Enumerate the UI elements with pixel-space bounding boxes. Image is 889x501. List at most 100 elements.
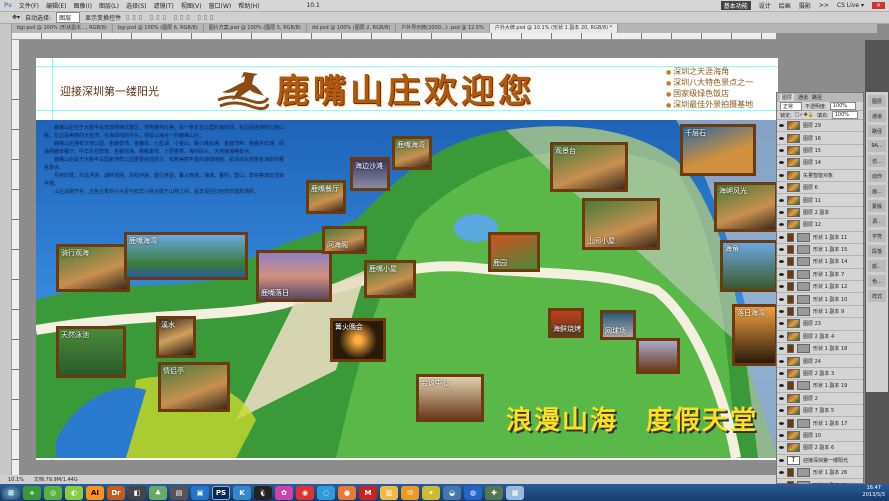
taskbar-app-icon[interactable]: ▣ [191,485,209,500]
layer-row[interactable]: 形状 1 副本 26 [777,467,863,480]
layer-row[interactable]: 图层 12 [777,219,863,232]
menu-help[interactable]: 帮助(H) [238,1,259,10]
layer-row[interactable]: 形状 1 副本 12 [777,281,863,294]
visibility-eye-icon[interactable] [779,446,784,450]
fill-input[interactable]: 100% [831,111,859,119]
start-button[interactable]: ⊞ [2,485,20,500]
layer-row[interactable]: 矢量智能对象 [777,170,863,182]
qq-icon[interactable]: 🐧 [254,485,272,500]
menu-image[interactable]: 图像(I) [74,1,92,10]
menu-layer[interactable]: 图层(L) [99,1,119,10]
layer-row[interactable]: 形状 1 副本 19 [777,380,863,393]
dock-panel-button[interactable]: 样式 [868,290,886,302]
layer-row[interactable]: 形状 1 副本 14 [777,256,863,269]
system-clock[interactable]: 16:47 2013/5/3 [863,485,885,499]
taskbar-app-icon[interactable]: ✉ [401,485,419,500]
layer-row[interactable]: 形状 1 副本 15 [777,244,863,257]
visibility-eye-icon[interactable] [779,347,784,351]
layer-list[interactable]: 图层 29 图层 16 图层 15 图层 14 矢量智能对象 图层 6 图层 11 图层 2 … [777,120,863,492]
visibility-eye-icon[interactable] [779,173,784,177]
taskbar-app-icon[interactable]: M [359,485,377,500]
taskbar-app-icon[interactable]: K [233,485,251,500]
auto-select-dropdown[interactable]: 图层 [56,12,81,23]
opacity-input[interactable]: 100% [829,102,856,110]
visibility-eye-icon[interactable] [779,260,784,264]
menu-edit[interactable]: 编辑(E) [46,1,66,10]
photoshop-icon[interactable]: PS [212,485,230,500]
firefox-icon[interactable]: ● [338,485,356,500]
layer-row[interactable]: 形状 1 副本 17 [777,417,863,430]
zoom-select[interactable]: 10.1 [306,2,319,9]
taskbar-app-icon[interactable]: ◧ [128,485,146,500]
layer-row[interactable]: 形状 1 副本 7 [777,269,863,282]
visibility-eye-icon[interactable] [779,210,784,214]
window-controls[interactable]: × [871,2,885,9]
visibility-eye-icon[interactable] [779,248,784,252]
lock-icons[interactable]: □✓✥🔒 [795,112,814,118]
taskbar-app-icon[interactable]: + [23,485,41,500]
dock-panel-button[interactable]: 段落 [868,245,886,257]
dock-panel-button[interactable]: 路径 [868,125,886,137]
layer-row[interactable]: 形状 1 副本 18 [777,343,863,356]
menu-filter[interactable]: 滤镜(T) [153,1,173,10]
dock-panel-button[interactable]: 字符 [868,230,886,242]
layer-row[interactable]: 图层 7 副本 5 [777,405,863,418]
cs-live-button[interactable]: CS Live ▾ [837,2,864,9]
tab-layers[interactable]: 图层 [780,94,795,101]
align-icons[interactable]: ▯▯▯ ▯▯▯ ▯▯▯ ▯▯▯ [126,14,216,21]
dock-panel-button[interactable]: 蒙版 [868,200,886,212]
layer-row[interactable]: 形状 1 副本 9 [777,306,863,319]
zoom-level[interactable]: 10.1% [8,477,24,483]
layer-row[interactable]: 图层 2 副本 4 [777,331,863,344]
taskbar-app-icon[interactable]: ▤ [170,485,188,500]
layer-row[interactable]: 图层 11 [777,194,863,207]
menu-view[interactable]: 视图(V) [181,1,202,10]
doc-tab[interactable]: dd.psd @ 100% (图层 2, RGB/8) [307,24,397,33]
layer-row[interactable]: 图层 23 [777,318,863,331]
tab-paths[interactable]: 路径 [812,94,822,101]
visibility-eye-icon[interactable] [779,310,784,314]
workspace-painting[interactable]: 绘画 [779,1,791,10]
layer-row[interactable]: 图层 6 [777,182,863,195]
menu-window[interactable]: 窗口(W) [209,1,232,10]
sticky-notes-icon[interactable]: ▥ [380,485,398,500]
dock-panel-button[interactable]: 色... [868,275,886,287]
layer-row[interactable]: 形状 1 副本 10 [777,293,863,306]
layer-row[interactable]: 图层 2 [777,393,863,405]
menu-select[interactable]: 选择(S) [126,1,147,10]
visibility-eye-icon[interactable] [779,124,784,128]
visibility-eye-icon[interactable] [779,384,784,388]
visibility-eye-icon[interactable] [779,297,784,301]
layer-row[interactable]: 图层 10 [777,430,863,443]
visibility-eye-icon[interactable] [779,322,784,326]
doc-tab[interactable]: bgi.psd @ 100% (形状副本..., RGB/8) [12,24,113,33]
auto-select-checkbox[interactable]: 自动选择: [25,13,51,22]
dock-panel-button[interactable]: 9A... [868,140,886,152]
taskbar-app-icon[interactable]: ✿ [275,485,293,500]
menu-file[interactable]: 文件(F) [19,1,39,10]
dock-panel-button[interactable]: 颜... [868,260,886,272]
layer-row[interactable]: T 迎接深圳第一缕阳光 [777,455,863,467]
taskbar-app-icon[interactable]: ◐ [65,485,83,500]
move-tool-icon[interactable]: ✥▾ [12,14,20,21]
dreamweaver-icon[interactable]: Dr [107,485,125,500]
taskbar-app-icon[interactable]: ♣ [149,485,167,500]
layer-row[interactable]: 图层 2 副本 [777,207,863,220]
layer-row[interactable]: 图层 2 副本 3 [777,368,863,381]
blend-mode-select[interactable]: 正常 [780,101,803,111]
workspace-more[interactable]: >> [819,2,829,9]
visibility-eye-icon[interactable] [779,136,784,140]
visibility-eye-icon[interactable] [779,396,784,400]
visibility-eye-icon[interactable] [779,223,784,227]
workspace-essentials[interactable]: 基本功能 [720,1,751,10]
layer-row[interactable]: 图层 15 [777,145,863,158]
visibility-eye-icon[interactable] [779,161,784,165]
taskbar-app-icon[interactable]: ◒ [443,485,461,500]
visibility-eye-icon[interactable] [779,372,784,375]
taskbar-app-icon[interactable]: ▦ [506,485,524,500]
visibility-eye-icon[interactable] [779,334,784,338]
visibility-eye-icon[interactable] [779,359,784,363]
dock-panel-button[interactable]: 通道 [868,110,886,122]
visibility-eye-icon[interactable] [779,186,784,190]
chrome-icon[interactable]: ◉ [296,485,314,500]
